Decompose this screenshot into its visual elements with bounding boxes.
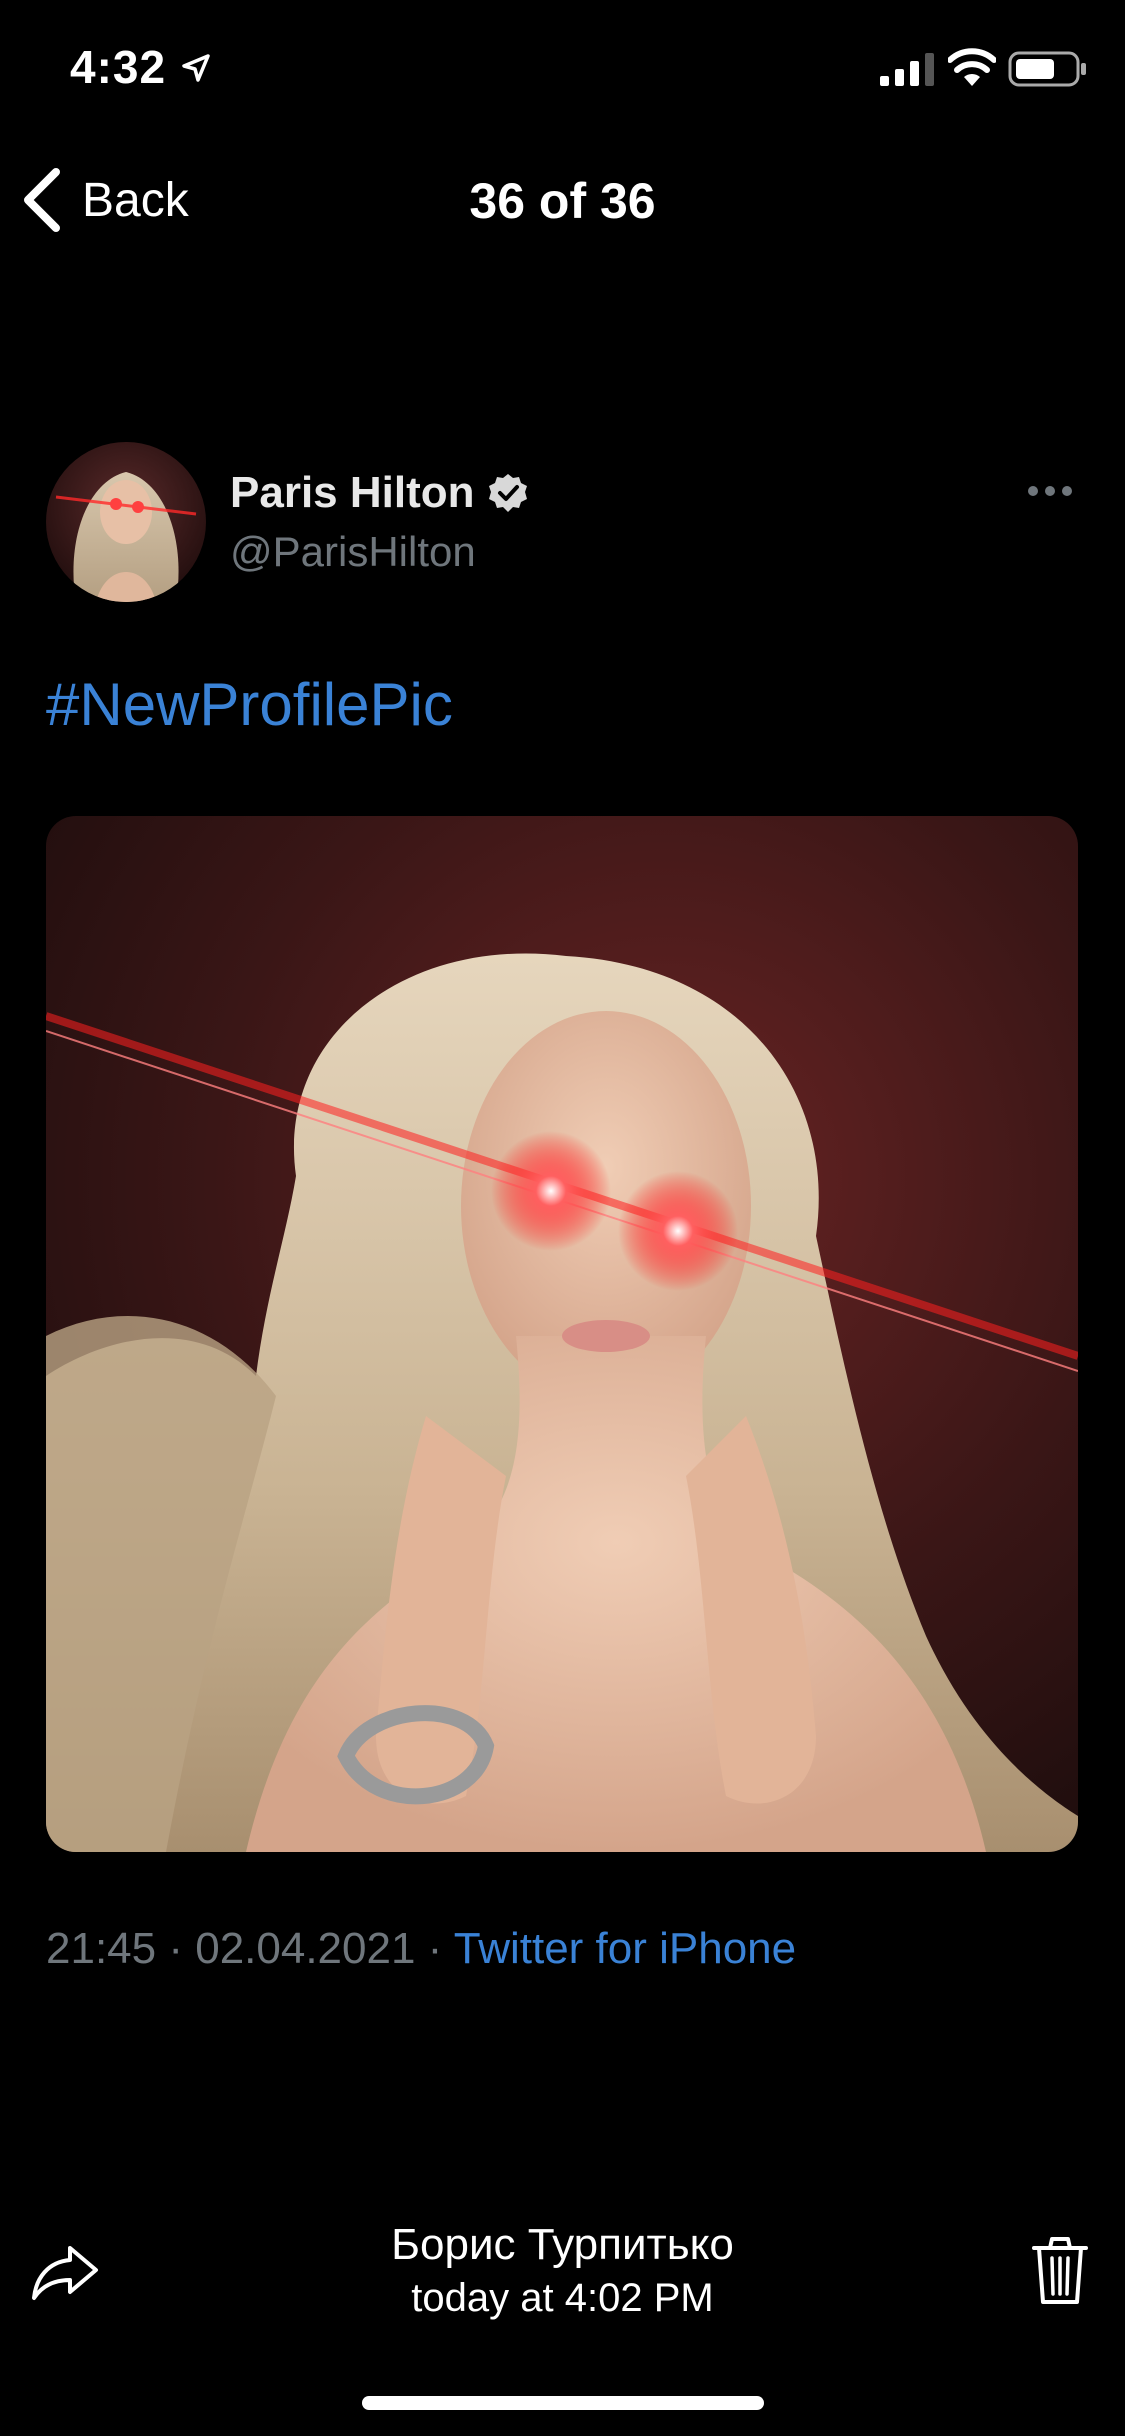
location-arrow-icon [182, 54, 210, 82]
status-bar: 4:32 [0, 0, 1125, 140]
tweet-photo-image [46, 816, 1078, 1852]
nav-bar: Back 36 of 36 [0, 150, 1125, 250]
bottom-toolbar: Борис Турпитько today at 4:02 PM [0, 2200, 1125, 2350]
author-handle[interactable]: @ParisHilton [230, 528, 476, 576]
avatar[interactable] [46, 442, 206, 602]
status-time: 4:32 [70, 41, 167, 93]
tweet-date: 02.04.2021 [195, 1924, 416, 1973]
tweet-header: Paris Hilton @ParisHilton [46, 442, 1086, 602]
tweet-time: 21:45 [46, 1924, 157, 1973]
home-indicator[interactable] [362, 2396, 764, 2410]
author-name: Paris Hilton [230, 468, 475, 517]
page-title: 36 of 36 [469, 173, 656, 229]
verified-badge-icon [488, 474, 527, 512]
cellular-signal-icon [880, 53, 934, 86]
tweet-hashtag-link[interactable]: #NewProfilePic [46, 670, 453, 739]
tweet-source-link[interactable]: Twitter for iPhone [454, 1924, 796, 1973]
sent-time: today at 4:02 PM [411, 2276, 714, 2320]
sender-name: Борис Турпитько [391, 2220, 734, 2269]
trash-icon[interactable] [1030, 2234, 1090, 2306]
wifi-icon [948, 48, 996, 86]
battery-icon [1008, 51, 1086, 87]
author-name-row[interactable]: Paris Hilton [230, 468, 529, 518]
tweet-meta: 21:45 · 02.04.2021 · Twitter for iPhone [46, 1924, 796, 1974]
meta-separator: · [415, 1924, 454, 1973]
more-options-icon[interactable] [1026, 484, 1074, 498]
tweet-photo[interactable] [46, 816, 1078, 1852]
meta-separator: · [156, 1924, 196, 1973]
avatar-image [46, 442, 206, 602]
